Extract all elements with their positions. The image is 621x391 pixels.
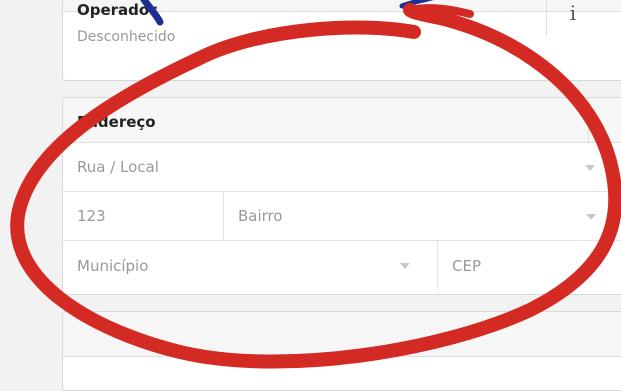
zip-placeholder: CEP (452, 256, 481, 275)
chevron-down-icon (588, 263, 598, 269)
operator-field[interactable]: Desconhecido (63, 12, 621, 61)
district-placeholder: Bairro (238, 207, 283, 225)
address-panel-header: Endereço (63, 98, 621, 143)
number-placeholder: 123 (77, 207, 106, 225)
address-title: Endereço (77, 113, 156, 131)
operator-panel: Operador i Desconhecido (62, 0, 621, 81)
city-placeholder: Município (77, 256, 149, 275)
chevron-down-icon (585, 165, 595, 171)
address-header-divider (588, 98, 589, 142)
district-field[interactable]: Bairro (223, 192, 621, 240)
operator-value: Desconhecido (77, 28, 176, 45)
street-row: Rua / Local (63, 143, 621, 192)
next-panel-header (63, 312, 621, 357)
chevron-down-icon (400, 263, 410, 269)
city-field[interactable]: Município (63, 241, 437, 290)
number-district-row: 123 Bairro (63, 192, 621, 241)
chevron-down-icon (586, 214, 596, 220)
city-zip-row: Município CEP (63, 241, 621, 290)
street-placeholder: Rua / Local (77, 158, 159, 176)
street-field[interactable]: Rua / Local (63, 143, 621, 191)
number-field[interactable]: 123 (63, 192, 223, 240)
operator-panel-header: Operador i (63, 0, 621, 35)
next-panel (62, 311, 621, 391)
operator-row: Desconhecido (63, 12, 621, 61)
address-panel: Endereço Rua / Local 123 Bairro Municípi… (62, 97, 621, 295)
zip-field[interactable]: CEP (437, 241, 621, 290)
